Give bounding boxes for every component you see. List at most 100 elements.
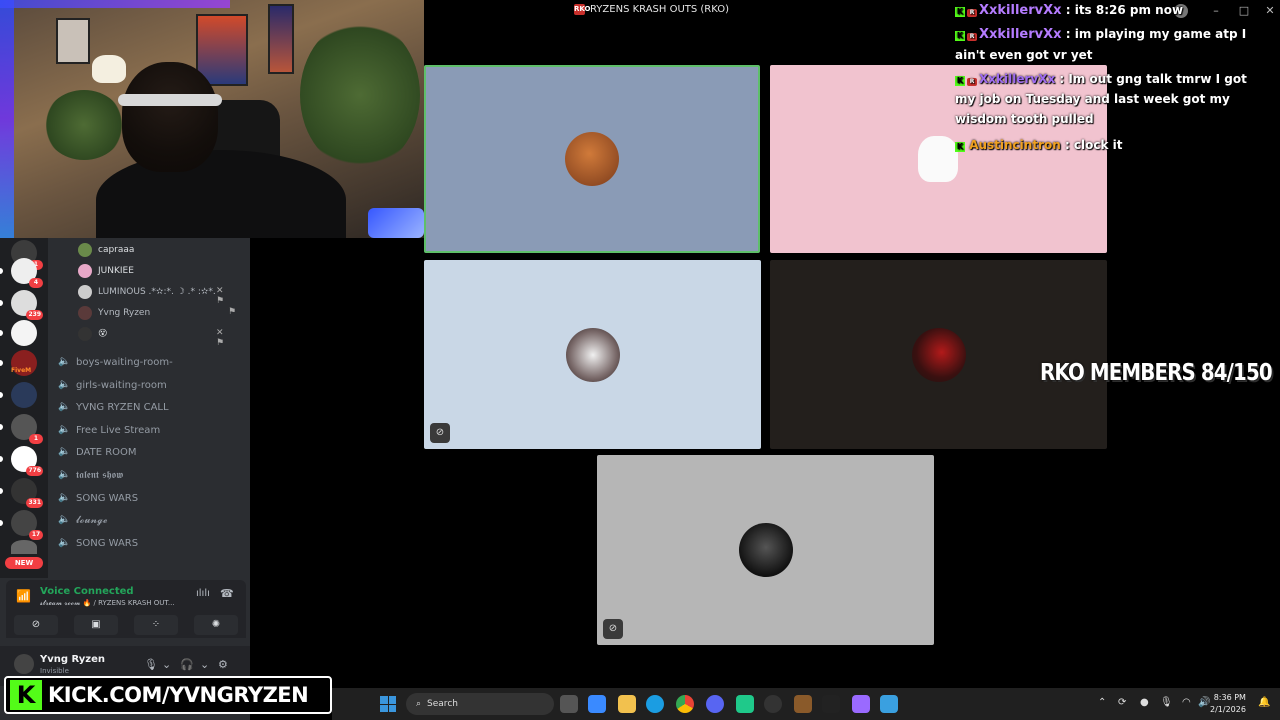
sync-icon[interactable]: ⟳	[1118, 697, 1126, 708]
anime-avatar	[565, 327, 620, 382]
noise-suppression-icon[interactable]: ılılı	[196, 588, 210, 599]
chevron-down-icon[interactable]: ⌄	[200, 658, 209, 671]
screen: RKO RYZENS KRASH OUTS (RKO) ? – □ ✕ 1 4 …	[0, 0, 1280, 720]
speaker-icon: 🔈	[58, 492, 71, 503]
store-icon[interactable]	[588, 695, 606, 713]
tray-app-icon[interactable]: ●	[1140, 697, 1149, 708]
voice-channel[interactable]: 🔈 Free Live Stream	[58, 420, 248, 440]
user-name[interactable]: Yvng Ryzen	[40, 654, 105, 665]
file-explorer-icon[interactable]	[618, 695, 636, 713]
microphone-icon[interactable]: 🎙	[1160, 697, 1173, 708]
wifi-icon[interactable]: ◠	[1182, 697, 1191, 708]
voice-channel[interactable]: 🔈 DATE ROOM	[58, 442, 248, 462]
video-tile[interactable]	[770, 260, 1107, 449]
channel-name: 𝓵𝓸𝓾𝓷𝓰𝓮	[76, 514, 108, 526]
task-view-icon[interactable]	[560, 695, 578, 713]
chat-username: XxkillervXx	[979, 72, 1056, 86]
notifications-icon[interactable]: 🔔	[1258, 697, 1270, 708]
server-icon[interactable]: 1	[0, 414, 43, 444]
video-tile[interactable]	[424, 65, 760, 253]
taskbar-search[interactable]: ⌕ Search	[406, 693, 554, 715]
server-icon[interactable]: 239	[0, 290, 43, 320]
activities-button[interactable]: ⁘	[134, 615, 178, 635]
chevron-up-icon[interactable]: ⌃	[1098, 697, 1106, 708]
voice-user[interactable]: JUNKIEE	[78, 262, 134, 280]
video-tile[interactable]: ⊘	[597, 455, 934, 645]
voice-channel[interactable]: 🔈 𝓵𝓸𝓾𝓷𝓰𝓮	[58, 510, 248, 530]
server-icon[interactable]	[11, 540, 37, 554]
gear-icon[interactable]: ⚙	[218, 658, 228, 671]
channel-name: SONG WARS	[76, 537, 139, 549]
voice-status[interactable]: Voice Connected	[40, 586, 134, 597]
server-icon[interactable]	[0, 320, 37, 346]
microphone-icon[interactable]: 🎙	[144, 658, 158, 671]
clock[interactable]: 8:36 PM 2/1/2026	[1210, 692, 1246, 716]
server-icon[interactable]: 776	[0, 446, 43, 476]
voice-user[interactable]: Yvng Ryzen ⚑	[78, 304, 236, 322]
server-badge: 17	[29, 530, 43, 540]
wall-poster	[268, 4, 294, 74]
app-icon[interactable]	[852, 695, 870, 713]
discord-icon[interactable]	[706, 695, 724, 713]
channel-name: girls-waiting-room	[76, 379, 167, 391]
app-icon[interactable]	[794, 695, 812, 713]
voice-user-name: Yvng Ryzen	[98, 308, 151, 318]
voice-channel[interactable]: 🔈 SONG WARS	[58, 488, 248, 508]
speaker-icon: 🔈	[58, 446, 71, 457]
camera-off-button[interactable]: ⊘	[14, 615, 58, 635]
voice-user[interactable]: capraaa	[78, 241, 134, 259]
kick-badge-icon: K	[955, 142, 965, 152]
server-icon[interactable]	[0, 382, 37, 408]
chevron-down-icon[interactable]: ⌄	[162, 658, 171, 671]
fivem-server[interactable]: FiveM	[11, 350, 37, 376]
voice-user[interactable]: LUMINOUS .*✫:*. ☽ .* :✫*. ✕ ⚑	[78, 283, 224, 306]
search-icon: ⌕	[416, 699, 422, 709]
server-icon[interactable]: 331	[0, 478, 43, 508]
voice-channel[interactable]: 🔈 boys-waiting-room-	[58, 352, 248, 372]
user-avatar[interactable]	[14, 654, 34, 674]
voice-channel[interactable]: 🔈 YVNG RYZEN CALL	[58, 397, 248, 417]
signal-icon[interactable]: 📶	[16, 589, 31, 603]
members-counter: RKO MEMBERS 84/150	[1040, 360, 1273, 386]
channel-name: YVNG RYZEN CALL	[76, 401, 169, 413]
app-icon[interactable]	[736, 695, 754, 713]
headphones-icon[interactable]: 🎧	[180, 658, 194, 671]
app-icon[interactable]	[880, 695, 898, 713]
desk-item	[368, 208, 424, 238]
wall-poster	[56, 18, 90, 64]
server-rail: 1 4 239 FiveM 1 776 331 17 NEW	[0, 238, 48, 578]
server-badge: 1	[29, 434, 43, 444]
voice-channel[interactable]: 🔈 girls-waiting-room	[58, 375, 248, 395]
plant	[44, 90, 124, 160]
chrome-icon[interactable]	[676, 695, 694, 713]
kick-badge-icon: K	[955, 7, 965, 17]
server-icon[interactable]: 4	[0, 258, 43, 288]
discord-sidebar: 1 4 239 FiveM 1 776 331 17 NEW capraaa J…	[0, 238, 250, 720]
disconnect-icon[interactable]: ☎	[220, 587, 234, 600]
obs-icon[interactable]	[764, 695, 782, 713]
chat-message: K R XxkillervXx : Im out gng talk tmrw I g…	[955, 69, 1265, 129]
cat-avatar	[918, 136, 958, 182]
chat-text: : clock it	[1060, 138, 1123, 152]
avatar	[78, 306, 92, 320]
server-icon[interactable]: 17	[0, 510, 43, 540]
chat-message: K R XxkillervXx : its 8:26 pm now	[955, 0, 1255, 21]
voice-user[interactable]: 😵 ✕ ⚑	[78, 325, 224, 348]
new-servers-badge[interactable]: NEW	[5, 557, 43, 569]
rko-badge-icon: R	[967, 9, 977, 17]
soundboard-button[interactable]: ✺	[194, 615, 238, 635]
close-button[interactable]: ✕	[1262, 3, 1278, 19]
voice-channel[interactable]: 🔈 SONG WARS	[58, 533, 248, 553]
terminal-icon[interactable]	[822, 695, 840, 713]
chat-message: K Austincintron : clock it	[955, 135, 1255, 155]
chat-username: Austincintron	[969, 138, 1061, 152]
video-tile[interactable]: ⊘	[424, 260, 761, 449]
voice-channel[interactable]: 🔈 𝖙𝖆𝖑𝖊𝖓𝖙 𝖘𝖍𝖔𝖜	[58, 465, 248, 485]
voice-channel-path[interactable]: 𝓼𝓽𝓻𝓮𝓪𝓶 𝓻𝓸𝓸𝓶 🔥 / RYZENS KRASH OUT...	[40, 599, 190, 608]
windows-start-button[interactable]	[380, 696, 396, 712]
clock-date: 2/1/2026	[1210, 705, 1246, 714]
edge-icon[interactable]	[646, 695, 664, 713]
rko-badge-icon: R	[967, 33, 977, 41]
screen-share-button[interactable]: ▣	[74, 615, 118, 635]
volume-icon[interactable]: 🔊	[1198, 697, 1210, 708]
